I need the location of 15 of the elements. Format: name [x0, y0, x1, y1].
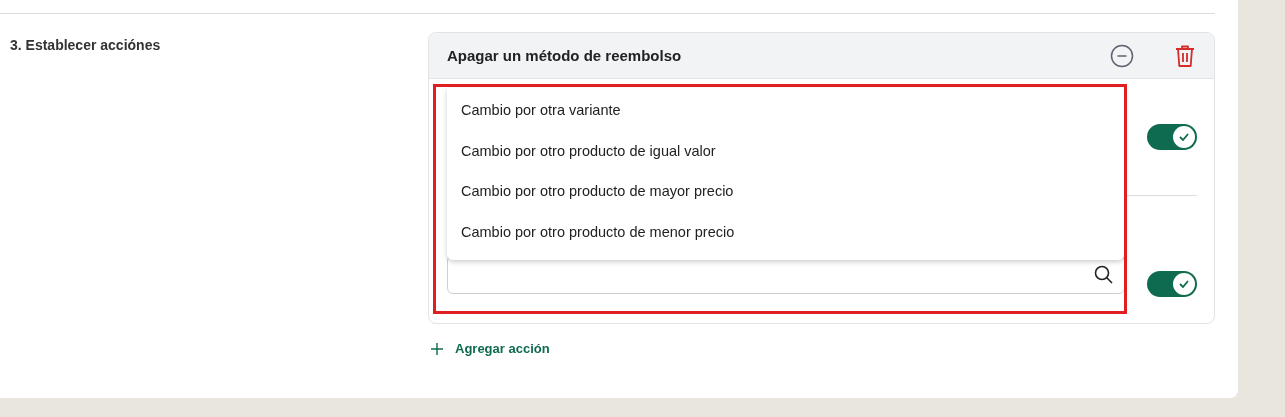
plus-icon — [431, 342, 443, 355]
dropdown-option[interactable]: Cambio por otro producto de mayor precio — [447, 171, 1124, 212]
dropdown-option[interactable]: Cambio por otra variante — [447, 90, 1124, 131]
toggle-switch[interactable] — [1147, 270, 1197, 297]
check-icon — [1179, 279, 1189, 288]
trash-icon[interactable] — [1174, 43, 1196, 68]
action-title: Apagar un método de reembolso — [447, 47, 682, 64]
check-icon — [1179, 133, 1189, 141]
add-action-link[interactable]: Agregar acción — [431, 341, 550, 356]
search-icon — [1094, 264, 1114, 285]
dropdown-option[interactable]: Cambio por otro producto de igual valor — [447, 130, 1124, 171]
dropdown-option[interactable]: Cambio por otro producto de menor precio — [447, 211, 1124, 252]
minus-circle-icon[interactable] — [1110, 43, 1134, 68]
section-label: 3. Establecer acciónes — [10, 37, 161, 53]
toggle-switch[interactable] — [1147, 124, 1197, 150]
